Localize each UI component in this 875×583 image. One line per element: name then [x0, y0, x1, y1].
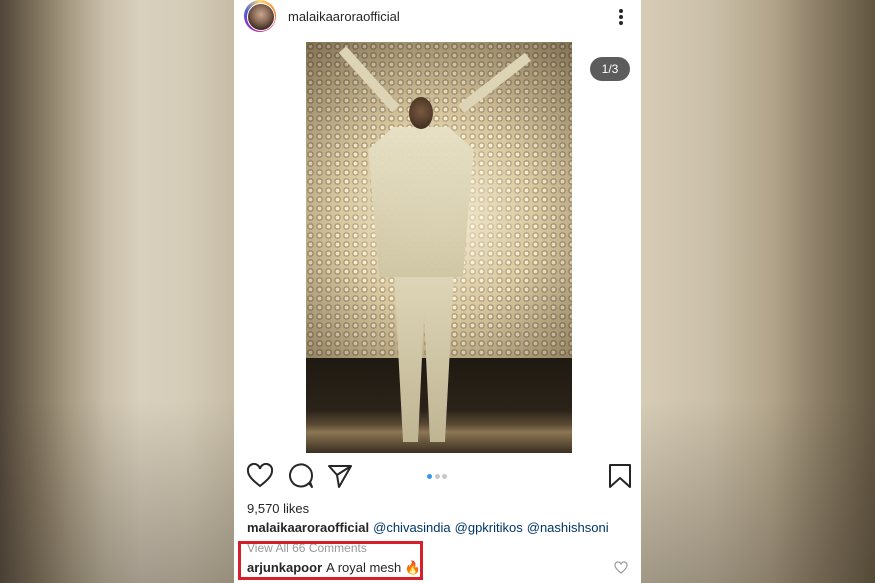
more-options-icon[interactable]: [614, 6, 628, 28]
avatar-photo: [247, 3, 275, 31]
figure-torso: [368, 127, 474, 277]
carousel-dot: [435, 474, 440, 479]
caption-tag[interactable]: @chivasindia: [373, 520, 451, 535]
comment-icon[interactable]: [287, 462, 315, 490]
figure-head: [409, 97, 433, 129]
post-username[interactable]: malaikaaroraofficial: [288, 9, 400, 24]
caption-tag[interactable]: @gpkritikos: [455, 520, 523, 535]
post-caption: malaikaaroraofficial @chivasindia @gpkriti…: [247, 520, 609, 535]
post-header: malaikaaroraofficial: [234, 0, 641, 34]
heart-icon[interactable]: [246, 462, 274, 490]
comment-highlight-box: [238, 541, 423, 580]
small-heart-icon[interactable]: [614, 561, 628, 575]
carousel-dot: [442, 474, 447, 479]
instagram-post: malaikaaroraofficial 1/3 9,570 likes mal…: [234, 0, 641, 583]
caption-username[interactable]: malaikaaroraofficial: [247, 520, 369, 535]
carousel-counter: 1/3: [590, 57, 630, 81]
share-icon[interactable]: [326, 462, 354, 490]
carousel-dots: [427, 474, 451, 480]
caption-tag[interactable]: @nashishsoni: [527, 520, 609, 535]
carousel-dot-active: [427, 474, 432, 479]
likes-count[interactable]: 9,570 likes: [247, 501, 309, 516]
post-photo[interactable]: [306, 42, 572, 453]
bookmark-icon[interactable]: [606, 462, 634, 490]
avatar[interactable]: [244, 0, 276, 32]
